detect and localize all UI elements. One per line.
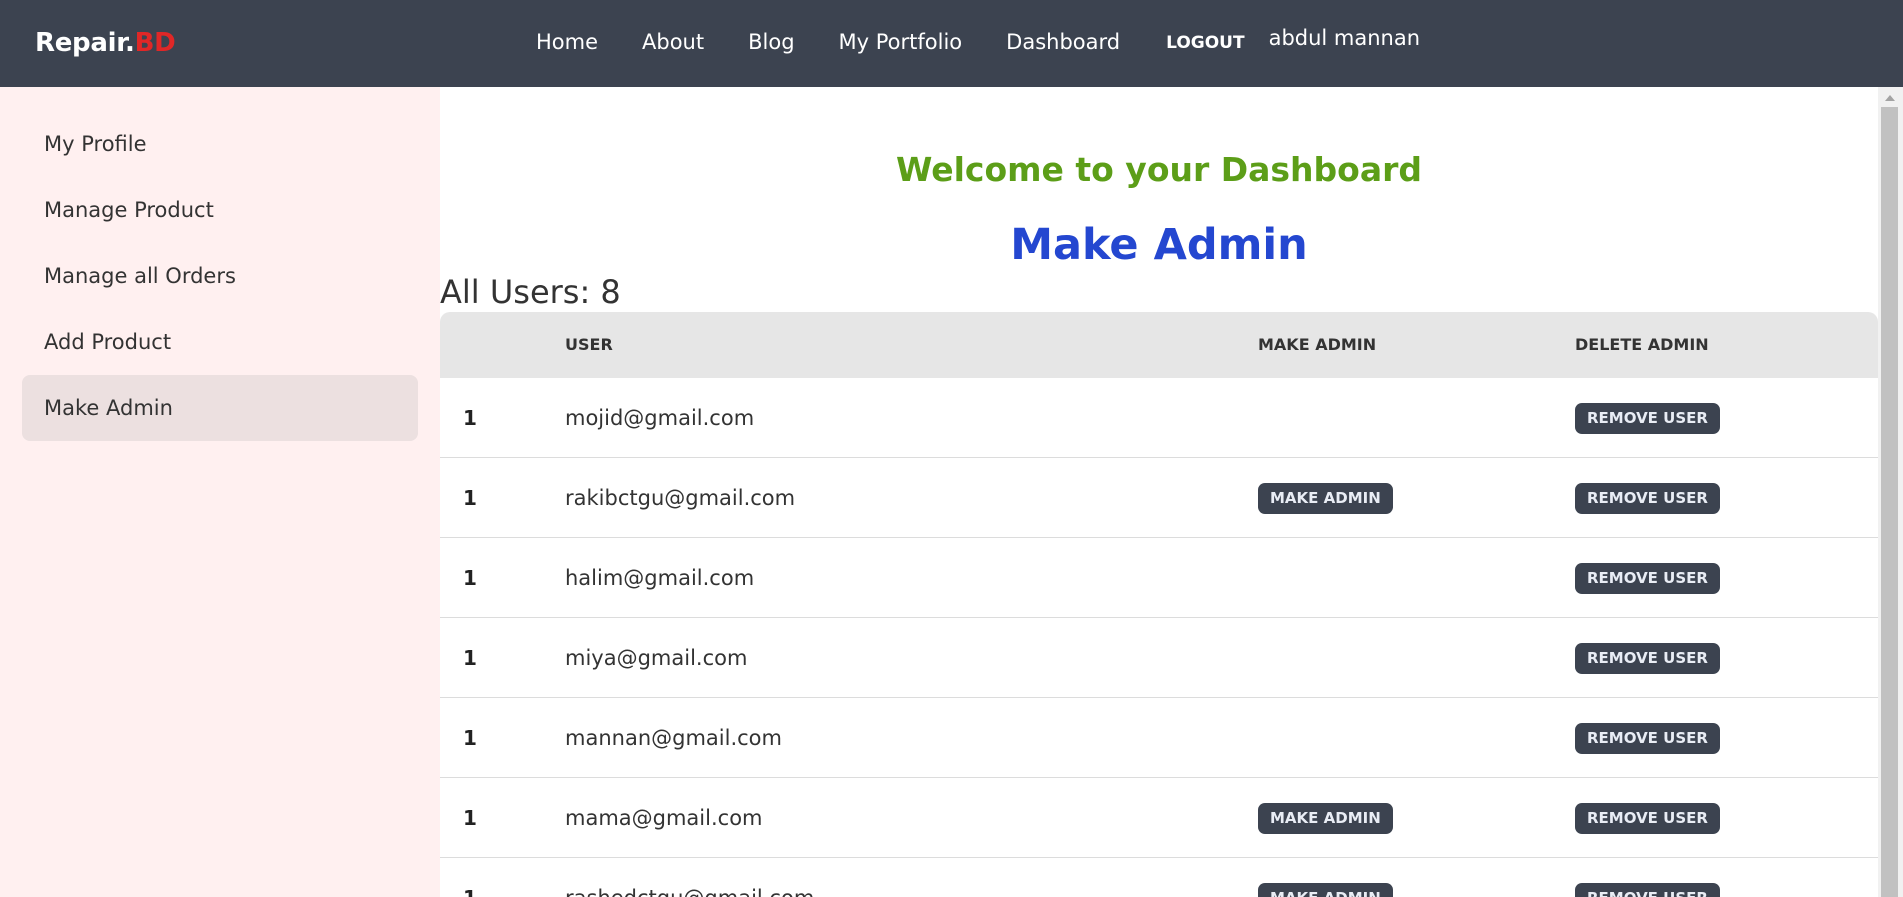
make-admin-button[interactable]: MAKE ADMIN xyxy=(1258,883,1393,897)
user-email: miya@gmail.com xyxy=(565,646,748,670)
nav-home[interactable]: Home xyxy=(536,30,598,54)
row-number: 1 xyxy=(463,646,477,670)
scroll-up-arrow-icon[interactable] xyxy=(1885,95,1895,101)
remove-user-button[interactable]: REMOVE USER xyxy=(1575,883,1720,897)
sidebar-item-manage-product[interactable]: Manage Product xyxy=(22,177,418,243)
table-row: 1 rashedctgu@gmail.com MAKE ADMIN REMOVE… xyxy=(440,858,1878,897)
header-delete-admin: DELETE ADMIN xyxy=(1575,335,1709,354)
table-row: 1 mojid@gmail.com REMOVE USER xyxy=(440,378,1878,458)
table-header: USER MAKE ADMIN DELETE ADMIN xyxy=(440,312,1878,378)
nav-my-portfolio[interactable]: My Portfolio xyxy=(839,30,963,54)
header-user: USER xyxy=(565,335,613,354)
logout-button[interactable]: LOGOUT xyxy=(1166,33,1244,53)
make-admin-button[interactable]: MAKE ADMIN xyxy=(1258,803,1393,834)
nav-blog[interactable]: Blog xyxy=(748,30,794,54)
user-email: mannan@gmail.com xyxy=(565,726,782,750)
user-email: rakibctgu@gmail.com xyxy=(565,486,796,510)
sidebar-item-add-product[interactable]: Add Product xyxy=(22,309,418,375)
user-email: halim@gmail.com xyxy=(565,566,755,590)
row-number: 1 xyxy=(463,806,477,830)
sidebar-item-my-profile[interactable]: My Profile xyxy=(22,111,418,177)
remove-user-button[interactable]: REMOVE USER xyxy=(1575,643,1720,674)
row-number: 1 xyxy=(463,858,477,897)
row-number: 1 xyxy=(463,726,477,750)
remove-user-button[interactable]: REMOVE USER xyxy=(1575,723,1720,754)
page-title: Make Admin xyxy=(1010,220,1308,270)
remove-user-button[interactable]: REMOVE USER xyxy=(1575,563,1720,594)
row-number: 1 xyxy=(463,486,477,510)
sidebar: My Profile Manage Product Manage all Ord… xyxy=(0,87,440,897)
scrollbar-thumb[interactable] xyxy=(1881,107,1898,897)
top-navbar: Repair.BD Home About Blog My Portfolio D… xyxy=(0,0,1903,87)
remove-user-button[interactable]: REMOVE USER xyxy=(1575,803,1720,834)
remove-user-button[interactable]: REMOVE USER xyxy=(1575,483,1720,514)
table-row: 1 halim@gmail.com REMOVE USER xyxy=(440,538,1878,618)
table-row: 1 mama@gmail.com MAKE ADMIN REMOVE USER xyxy=(440,778,1878,858)
users-count: All Users: 8 xyxy=(440,273,621,311)
table-row: 1 mannan@gmail.com REMOVE USER xyxy=(440,698,1878,778)
users-table: USER MAKE ADMIN DELETE ADMIN 1 mojid@gma… xyxy=(440,312,1878,897)
make-admin-button[interactable]: MAKE ADMIN xyxy=(1258,483,1393,514)
nav-dashboard[interactable]: Dashboard xyxy=(1006,30,1120,54)
vertical-scrollbar[interactable] xyxy=(1878,87,1903,897)
sidebar-item-manage-all-orders[interactable]: Manage all Orders xyxy=(22,243,418,309)
table-row: 1 rakibctgu@gmail.com MAKE ADMIN REMOVE … xyxy=(440,458,1878,538)
user-name: abdul mannan xyxy=(1268,26,1421,50)
remove-user-button[interactable]: REMOVE USER xyxy=(1575,403,1720,434)
brand-name: Repair. xyxy=(35,28,135,58)
user-email: mama@gmail.com xyxy=(565,806,763,830)
row-number: 1 xyxy=(463,566,477,590)
welcome-heading: Welcome to your Dashboard xyxy=(895,150,1423,189)
user-email: rashedctgu@gmail.com xyxy=(565,858,814,897)
brand-logo[interactable]: Repair.BD xyxy=(35,28,176,58)
row-number: 1 xyxy=(463,406,477,430)
brand-accent: BD xyxy=(134,28,176,58)
user-email: mojid@gmail.com xyxy=(565,406,755,430)
nav-links: Home About Blog My Portfolio Dashboard L… xyxy=(536,26,1420,54)
header-make-admin: MAKE ADMIN xyxy=(1258,335,1377,354)
sidebar-item-make-admin[interactable]: Make Admin xyxy=(22,375,418,441)
nav-about[interactable]: About xyxy=(642,30,704,54)
table-row: 1 miya@gmail.com REMOVE USER xyxy=(440,618,1878,698)
main-content: Welcome to your Dashboard Make Admin All… xyxy=(440,87,1878,897)
